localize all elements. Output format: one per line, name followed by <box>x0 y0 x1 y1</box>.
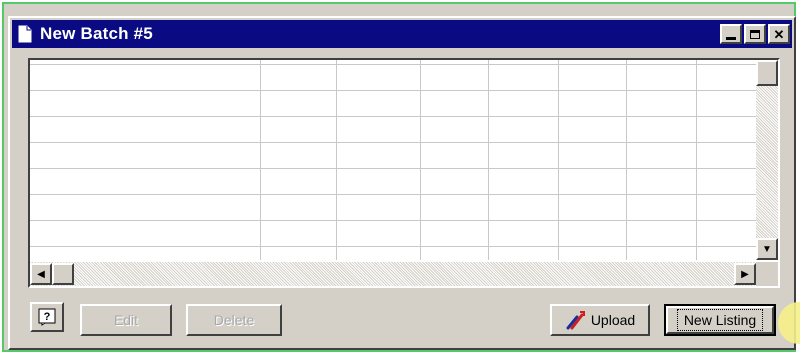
new-listing-button[interactable]: New Listing <box>664 304 776 336</box>
title-buttons: ✕ <box>720 24 790 44</box>
help-button[interactable]: ? <box>30 302 64 332</box>
upload-button[interactable]: Upload <box>550 304 650 336</box>
edit-button[interactable]: Edit <box>80 304 172 336</box>
window-title: New Batch #5 <box>40 24 153 43</box>
grid-row-line <box>30 168 756 169</box>
batch-window: New Batch #5 ✕ ▼ ◀ ▶ ? Edit Delete Uploa… <box>8 16 800 350</box>
new-listing-button-label: New Listing <box>676 309 764 331</box>
grid-row-line <box>30 142 756 143</box>
grid-row-line <box>30 90 756 91</box>
close-button[interactable]: ✕ <box>768 24 790 44</box>
grid-row-line <box>30 64 756 65</box>
grid-column-line <box>626 60 627 260</box>
grid-column-line <box>336 60 337 260</box>
scroll-right-button[interactable]: ▶ <box>734 263 756 285</box>
scroll-corner <box>756 262 778 286</box>
help-icon: ? <box>38 308 56 326</box>
grid-column-line <box>488 60 489 260</box>
delete-button[interactable]: Delete <box>186 304 282 336</box>
svg-text:?: ? <box>44 311 51 323</box>
arrow-down-icon: ▼ <box>762 243 772 255</box>
grid-row-line <box>30 246 756 247</box>
maximize-icon <box>750 29 760 39</box>
minimize-button[interactable] <box>720 24 742 44</box>
grid-column-line <box>260 60 261 260</box>
horizontal-scrollbar[interactable]: ◀ ▶ <box>30 262 756 286</box>
grid-row-line <box>30 116 756 117</box>
cursor-highlight <box>778 302 800 344</box>
title-bar[interactable]: New Batch #5 ✕ <box>12 20 792 48</box>
minimize-icon <box>726 36 736 40</box>
arrow-left-icon: ◀ <box>37 268 45 280</box>
listings-grid[interactable]: ▼ ◀ ▶ <box>28 58 780 288</box>
upload-icon <box>566 311 585 330</box>
grid-cells[interactable] <box>30 60 756 260</box>
grid-row-line <box>30 194 756 195</box>
hscroll-thumb[interactable] <box>52 263 74 285</box>
scroll-thumb[interactable] <box>756 60 778 86</box>
document-icon <box>18 25 32 43</box>
maximize-button[interactable] <box>744 24 766 44</box>
delete-button-label: Delete <box>213 312 255 328</box>
scroll-down-button[interactable]: ▼ <box>756 238 778 260</box>
vertical-scrollbar[interactable]: ▼ <box>756 60 778 260</box>
arrow-right-icon: ▶ <box>741 268 749 280</box>
scroll-left-button[interactable]: ◀ <box>30 263 52 285</box>
grid-row-line <box>30 220 756 221</box>
new-listing-button-face: New Listing <box>666 306 774 334</box>
upload-button-label: Upload <box>590 312 636 328</box>
grid-column-line <box>558 60 559 260</box>
edit-button-label: Edit <box>113 312 139 328</box>
grid-column-line <box>420 60 421 260</box>
close-icon: ✕ <box>773 26 785 42</box>
grid-column-line <box>696 60 697 260</box>
